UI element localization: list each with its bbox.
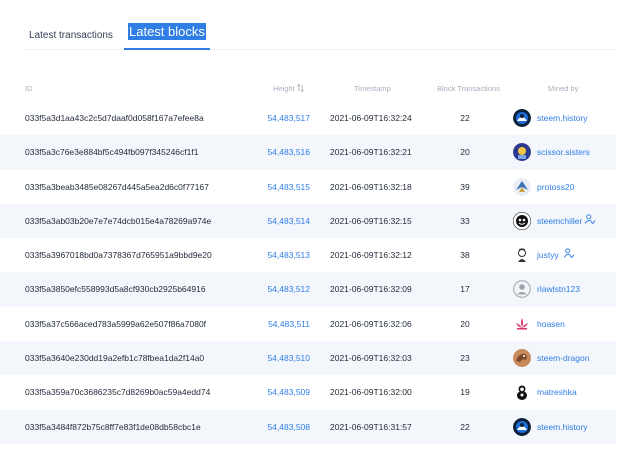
user-check-icon — [584, 213, 598, 227]
block-height-link[interactable]: 54,483,511 — [265, 319, 310, 329]
block-transaction-count: 20 — [460, 318, 470, 329]
block-transaction-count: 38 — [460, 250, 470, 261]
scissor-sisters-avatar[interactable] — [513, 143, 531, 162]
sort-arrows-icon — [296, 83, 304, 93]
table-header: ID Height Timestamp Block Transactions M… — [0, 80, 640, 98]
block-transaction-count: 23 — [460, 353, 470, 364]
block-id: 033f5a3640e230dd19a2efb1c78fbea1da2f14a0 — [25, 353, 205, 364]
block-timestamp: 2021-06-09T16:32:15 — [330, 215, 412, 226]
block-height-link[interactable]: 54,483,513 — [265, 250, 310, 260]
tab-latest-blocks[interactable]: Latest blocks — [124, 23, 210, 50]
tab-latest-blocks-label: Latest blocks — [128, 23, 206, 40]
miner-link[interactable]: steem-dragon — [537, 353, 589, 363]
block-timestamp: 2021-06-09T16:32:18 — [330, 181, 412, 192]
block-id: 033f5a3ab03b20e7e7e74dcb015e4a78269a974e — [25, 215, 212, 226]
block-id: 033f5a3850efc558993d5a8cf930cb2925b64916 — [25, 284, 206, 295]
miner-link[interactable]: hoasen — [537, 319, 565, 329]
block-height-link[interactable]: 54,483,515 — [265, 182, 310, 192]
column-header-height-label: Height — [273, 84, 295, 93]
table-row[interactable]: 033f5a3850efc558993d5a8cf930cb2925b64916… — [0, 272, 616, 307]
table-row[interactable]: 033f5a3ab03b20e7e7e74dcb015e4a78269a974e… — [0, 203, 616, 239]
block-transaction-count: 39 — [460, 181, 470, 192]
block-transaction-count: 19 — [460, 387, 470, 398]
miner-link[interactable]: matreshka — [537, 387, 577, 397]
miner-link[interactable]: justyy — [537, 250, 559, 260]
block-height-link[interactable]: 54,483,510 — [265, 353, 310, 363]
justyy-avatar[interactable] — [513, 246, 531, 265]
matreshka-avatar[interactable] — [513, 383, 531, 402]
block-transaction-count: 20 — [460, 147, 470, 158]
column-header-block-transactions: Block Transactions — [437, 84, 500, 93]
miner-link[interactable]: protoss20 — [537, 182, 574, 192]
default-user-avatar[interactable] — [513, 280, 531, 299]
steem-history-avatar[interactable] — [513, 417, 531, 436]
miner-link[interactable]: steemchiller — [537, 216, 582, 226]
block-timestamp: 2021-06-09T16:32:00 — [330, 387, 412, 398]
miner-link[interactable]: steem.history — [537, 113, 588, 123]
table-row[interactable]: 033f5a3967018bd0a7378367d765951a9bbd9e20… — [0, 238, 616, 272]
table-row[interactable]: 033f5a3c76e3e884bf5c494fb097f345246cf1f1… — [0, 135, 616, 170]
block-timestamp: 2021-06-09T16:31:57 — [330, 421, 412, 432]
block-timestamp: 2021-06-09T16:32:09 — [330, 284, 412, 295]
blocks-table-body: 033f5a3d1aa43c2c5d7daaf0d058f167a7efee8a… — [0, 101, 640, 444]
block-height-link[interactable]: 54,483,509 — [265, 387, 310, 397]
block-height-link[interactable]: 54,483,512 — [265, 284, 310, 294]
table-row[interactable]: 033f5a3640e230dd19a2efb1c78fbea1da2f14a0… — [0, 341, 616, 376]
column-header-id: ID — [25, 84, 33, 93]
block-height-link[interactable]: 54,483,517 — [265, 113, 310, 123]
block-id: 033f5a3967018bd0a7378367d765951a9bbd9e20 — [25, 250, 212, 261]
block-id: 033f5a3beab3485e08267d445a5ea2d6c0f77167 — [25, 181, 209, 192]
block-timestamp: 2021-06-09T16:32:21 — [330, 147, 412, 158]
table-row[interactable]: 033f5a359a70c3686235c7d8269b0ac59a4edd74… — [0, 375, 616, 409]
block-id: 033f5a3484f872b75c8ff7e83f1de08db58cbc1e — [25, 421, 201, 432]
block-id: 033f5a3c76e3e884bf5c494fb097f345246cf1f1 — [25, 147, 199, 158]
steem-dragon-avatar[interactable] — [513, 349, 531, 368]
block-id: 033f5a3d1aa43c2c5d7daaf0d058f167a7efee8a — [25, 113, 204, 123]
block-transaction-count: 22 — [460, 113, 470, 123]
table-row[interactable]: 033f5a3beab3485e08267d445a5ea2d6c0f77167… — [0, 170, 616, 204]
block-timestamp: 2021-06-09T16:32:12 — [330, 250, 412, 261]
column-header-mined-by: Mined by — [548, 84, 579, 93]
table-row[interactable]: 033f5a3484f872b75c8ff7e83f1de08db58cbc1e… — [0, 409, 616, 444]
steem-history-avatar[interactable] — [513, 109, 531, 127]
miner-link[interactable]: rlawlstn123 — [537, 284, 580, 294]
block-timestamp: 2021-06-09T16:32:06 — [330, 318, 412, 329]
block-timestamp: 2021-06-09T16:32:03 — [330, 353, 412, 364]
block-transaction-count: 17 — [460, 284, 470, 295]
hoasen-lotus-avatar[interactable] — [513, 314, 531, 333]
table-row[interactable]: 033f5a3d1aa43c2c5d7daaf0d058f167a7efee8a… — [0, 101, 616, 135]
table-row[interactable]: 033f5a37c566aced783a5999a62e507f86a7080f… — [0, 307, 616, 341]
column-header-timestamp: Timestamp — [354, 84, 391, 93]
steemchiller-avatar[interactable] — [513, 211, 531, 230]
user-check-icon — [563, 247, 577, 261]
block-id: 033f5a359a70c3686235c7d8269b0ac59a4edd74 — [25, 387, 211, 398]
protoss20-avatar[interactable] — [513, 177, 531, 196]
block-height-link[interactable]: 54,483,514 — [265, 216, 310, 226]
tab-latest-transactions[interactable]: Latest transactions — [29, 30, 113, 50]
block-timestamp: 2021-06-09T16:32:24 — [330, 113, 412, 123]
block-transaction-count: 22 — [460, 421, 470, 432]
miner-link[interactable]: steem.history — [537, 422, 588, 432]
column-header-height[interactable]: Height — [273, 83, 304, 93]
tab-bar: Latest transactions Latest blocks — [24, 18, 616, 50]
block-height-link[interactable]: 54,483,508 — [265, 422, 310, 432]
block-transaction-count: 33 — [460, 215, 470, 226]
block-id: 033f5a37c566aced783a5999a62e507f86a7080f — [25, 318, 207, 329]
block-height-link[interactable]: 54,483,516 — [265, 147, 310, 157]
miner-link[interactable]: scissor.sisters — [537, 147, 590, 157]
